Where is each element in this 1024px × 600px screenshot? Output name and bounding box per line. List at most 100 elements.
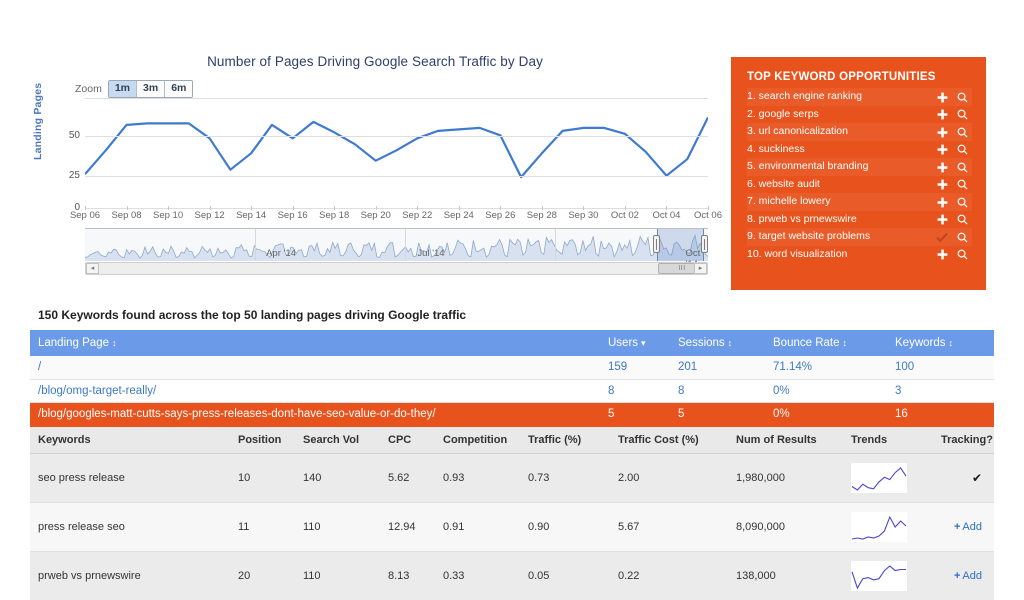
keyword-opportunity-item[interactable]: 8. prweb vs prnewswire bbox=[747, 211, 972, 229]
zoom-button-3m[interactable]: 3m bbox=[137, 81, 166, 97]
zoom-button-1m[interactable]: 1m bbox=[108, 81, 138, 97]
sort-icon-bounce-rate[interactable]: ↕ bbox=[843, 338, 847, 348]
keywords-column-header[interactable]: Trends bbox=[843, 425, 933, 454]
chart-title: Number of Pages Driving Google Search Tr… bbox=[207, 54, 543, 69]
keywords-column-header[interactable]: Traffic Cost (%) bbox=[610, 425, 728, 454]
keyword-opportunity-item[interactable]: 3. url canonicalization bbox=[747, 123, 972, 141]
sort-icon-keywords[interactable]: ↕ bbox=[949, 338, 953, 348]
keywords-column-header[interactable]: CPC bbox=[380, 425, 435, 454]
column-landing-page[interactable]: Landing Page ↕ bbox=[30, 330, 600, 356]
sort-icon-landing-page[interactable]: ↕ bbox=[112, 338, 116, 348]
zoom-button-6m[interactable]: 6m bbox=[165, 81, 193, 97]
scrollbar-left-arrow[interactable]: ◂ bbox=[86, 263, 99, 274]
add-tracking-button[interactable]: + Add bbox=[954, 521, 982, 533]
tracking-cell[interactable]: + Add bbox=[933, 502, 994, 552]
keyword-opportunity-item[interactable]: 9. target website problems bbox=[747, 228, 972, 246]
keyword-row[interactable]: press release seo 11 110 12.94 0.91 0.90 5.67 8… bbox=[30, 502, 994, 552]
keyword-opportunity-item[interactable]: 4. suckiness bbox=[747, 141, 972, 159]
num-results-cell: 138,000 bbox=[728, 551, 843, 600]
sort-icon-users-desc[interactable]: ▾ bbox=[641, 338, 645, 348]
keyword-opportunity-item[interactable]: 6. website audit bbox=[747, 176, 972, 194]
x-tick-label: Oct 02 bbox=[610, 210, 639, 221]
x-tick-mark bbox=[666, 206, 668, 210]
plus-icon[interactable] bbox=[932, 123, 952, 140]
chart-navigator[interactable]: Apr '14 Jul '14 Oct '14 ◂ III ▸ bbox=[84, 228, 709, 275]
plus-icon[interactable] bbox=[932, 211, 952, 228]
column-users[interactable]: Users ▾ bbox=[600, 330, 670, 356]
search-volume-cell: 140 bbox=[295, 453, 380, 503]
search-icon[interactable] bbox=[952, 176, 972, 193]
keyword-opportunity-item[interactable]: 7. michelle lowery bbox=[747, 193, 972, 211]
plus-icon[interactable] bbox=[932, 88, 952, 105]
plus-icon[interactable] bbox=[932, 246, 952, 263]
keyword-opportunity-item[interactable]: 5. environmental branding bbox=[747, 158, 972, 176]
search-icon[interactable] bbox=[952, 211, 972, 228]
column-sessions[interactable]: Sessions ↕ bbox=[670, 330, 765, 356]
plus-icon: + bbox=[953, 570, 961, 582]
navigator-scrollbar[interactable]: ◂ III ▸ bbox=[85, 262, 708, 275]
landing-page-row[interactable]: /blog/googles-matt-cutts-says-press-rele… bbox=[30, 402, 994, 425]
navigator-handle-left[interactable] bbox=[653, 235, 660, 253]
keyword-opportunity-item[interactable]: 10. word visualization bbox=[747, 246, 972, 264]
search-icon[interactable] bbox=[952, 228, 972, 245]
traffic-cost-cell: 5.67 bbox=[610, 502, 728, 552]
gridline-top bbox=[85, 98, 708, 99]
keyword-name-cell: prweb vs prnewswire bbox=[30, 551, 230, 600]
traffic-percent-cell: 0.05 bbox=[520, 551, 610, 600]
column-bounce-rate[interactable]: Bounce Rate ↕ bbox=[765, 330, 887, 356]
plus-icon[interactable] bbox=[932, 158, 952, 175]
traffic-percent-cell: 0.90 bbox=[520, 502, 610, 552]
keyword-opportunity-label: 1. search engine ranking bbox=[747, 90, 862, 103]
keyword-opportunity-label: 5. environmental branding bbox=[747, 160, 869, 173]
plus-icon[interactable] bbox=[932, 141, 952, 158]
traffic-cost-cell: 2.00 bbox=[610, 453, 728, 503]
plus-icon[interactable] bbox=[932, 106, 952, 123]
search-icon[interactable] bbox=[952, 88, 972, 105]
x-tick-mark bbox=[168, 206, 170, 210]
sort-icon-sessions[interactable]: ↕ bbox=[728, 338, 732, 348]
column-keywords[interactable]: Keywords ↕ bbox=[887, 330, 994, 356]
keywords-column-header[interactable]: Traffic (%) bbox=[520, 425, 610, 454]
keyword-opportunity-list: 1. search engine ranking 2. google serps 3… bbox=[747, 88, 972, 263]
keyword-row[interactable]: prweb vs prnewswire 20 110 8.13 0.33 0.05 0.22… bbox=[30, 551, 994, 600]
keywords-column-header[interactable]: Competition bbox=[435, 425, 520, 454]
check-icon[interactable] bbox=[932, 228, 952, 245]
search-icon[interactable] bbox=[952, 158, 972, 175]
plus-icon[interactable] bbox=[932, 176, 952, 193]
x-tick-mark bbox=[334, 206, 336, 210]
landing-page-cell: /blog/googles-matt-cutts-says-press-rele… bbox=[30, 402, 600, 425]
search-icon[interactable] bbox=[952, 246, 972, 263]
scrollbar-right-arrow[interactable]: ▸ bbox=[694, 263, 707, 274]
keywords-column-header[interactable]: Num of Results bbox=[728, 425, 843, 454]
traffic-percent-cell: 0.73 bbox=[520, 453, 610, 503]
bounce-rate-cell: 0% bbox=[765, 402, 887, 425]
keywords-column-header[interactable]: Keywords bbox=[30, 425, 230, 454]
position-cell: 10 bbox=[230, 453, 295, 503]
x-tick-label: Sep 30 bbox=[568, 210, 599, 221]
plus-icon[interactable] bbox=[932, 193, 952, 210]
tracking-cell[interactable]: + Add bbox=[933, 551, 994, 600]
search-icon[interactable] bbox=[952, 141, 972, 158]
tracking-cell[interactable]: ✔ bbox=[933, 453, 994, 503]
navigator-handle-right[interactable] bbox=[701, 235, 708, 253]
keyword-row[interactable]: seo press release 10 140 5.62 0.93 0.73 2.00 1,… bbox=[30, 453, 994, 503]
add-tracking-button[interactable]: + Add bbox=[954, 570, 982, 582]
x-tick-mark bbox=[292, 206, 294, 210]
search-icon[interactable] bbox=[952, 106, 972, 123]
landing-page-row[interactable]: /blog/omg-target-really/8 8 0% 3 bbox=[30, 379, 994, 403]
column-keywords-label: Keywords bbox=[895, 337, 946, 349]
bounce-rate-cell: 71.14% bbox=[765, 356, 887, 380]
landing-page-row[interactable]: /159 201 71.14% 100 bbox=[30, 356, 994, 380]
keywords-column-header[interactable]: Position bbox=[230, 425, 295, 454]
keyword-opportunity-item[interactable]: 2. google serps bbox=[747, 106, 972, 124]
search-icon[interactable] bbox=[952, 193, 972, 210]
search-icon[interactable] bbox=[952, 123, 972, 140]
x-tick-label: Oct 06 bbox=[694, 210, 722, 221]
zoom-label: Zoom bbox=[75, 83, 102, 95]
keywords-count-cell: 16 bbox=[887, 402, 994, 425]
landing-pages-body: /159 201 71.14% 100/blog/omg-target-really/… bbox=[30, 356, 994, 425]
keyword-opportunity-item[interactable]: 1. search engine ranking bbox=[747, 88, 972, 106]
keywords-column-header[interactable]: Tracking? bbox=[933, 425, 994, 454]
keyword-name-cell: press release seo bbox=[30, 502, 230, 552]
keywords-column-header[interactable]: Search Vol bbox=[295, 425, 380, 454]
